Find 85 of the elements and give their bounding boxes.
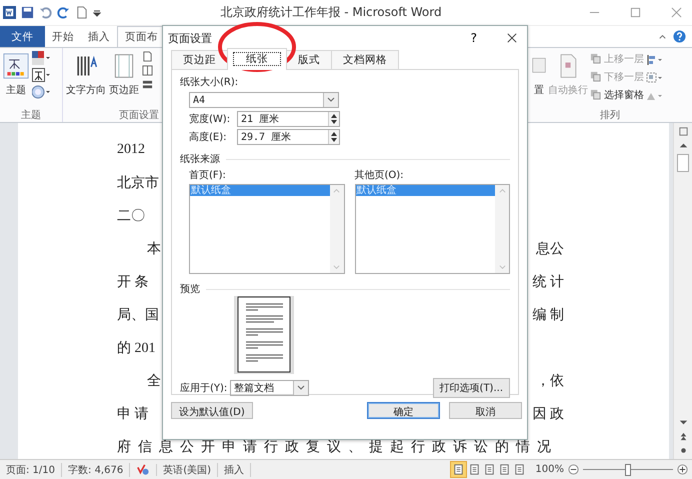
ribbon-small-button[interactable]: 选择窗格: [590, 87, 644, 102]
document-text: 北京市: [117, 174, 159, 192]
help-icon[interactable]: [673, 30, 686, 43]
document-text: 本: [146, 240, 161, 258]
list-label: 其他页(O):: [354, 168, 405, 182]
position-button[interactable]: 置: [532, 51, 546, 108]
scroll-thumb[interactable]: [677, 154, 689, 172]
document-text: 局、国: [117, 306, 159, 324]
print-options-button[interactable]: 打印选项(T)...: [432, 378, 510, 398]
spin-arrows-icon[interactable]: [328, 112, 339, 126]
document-text: ，依: [536, 372, 564, 390]
themes-icon: [3, 51, 29, 81]
dialog-tab[interactable]: 纸张: [227, 48, 287, 70]
ribbon-tab[interactable]: 文件: [0, 26, 45, 47]
layers-icon: [590, 89, 601, 100]
save-icon[interactable]: [21, 6, 34, 19]
zoom-level[interactable]: 100%: [535, 464, 564, 475]
undo-icon[interactable]: [39, 6, 52, 19]
zoom-out-icon[interactable]: [568, 464, 579, 475]
document-text: 二〇: [117, 208, 145, 224]
zoom-slider-thumb[interactable]: [625, 464, 631, 476]
field-label: 应用于(Y):: [180, 382, 228, 395]
document-text: 开 条: [117, 274, 148, 290]
dialog-button[interactable]: 确定: [367, 402, 440, 419]
document-text: 息公: [536, 240, 564, 258]
help-button[interactable]: ?: [470, 31, 477, 45]
field-label: 高度(E):: [189, 130, 228, 144]
vertical-scrollbar[interactable]: [673, 123, 692, 459]
theme-effects-icon[interactable]: [32, 85, 50, 99]
redo-icon[interactable]: [57, 6, 70, 19]
ruler-toggle-icon[interactable]: [678, 126, 688, 137]
dialog-tab[interactable]: 页边距: [171, 50, 228, 69]
columns-icon[interactable]: [142, 65, 153, 76]
language-indicator[interactable]: 英语(美国): [157, 462, 218, 476]
document-text: 统 计: [532, 273, 564, 290]
dialog-tab[interactable]: 文档网格: [331, 50, 399, 69]
collapse-ribbon-icon[interactable]: [658, 32, 667, 41]
group-label: 排列: [600, 108, 620, 122]
document-text: 申 请: [117, 406, 148, 422]
breaks-icon[interactable]: [142, 79, 153, 90]
list-label: 首页(F):: [189, 169, 227, 182]
dialog-button[interactable]: 取消: [449, 402, 522, 419]
customize-dropdown-icon[interactable]: [93, 8, 101, 16]
window-title: 北京政府统计工作年报 - Microsoft Word: [219, 4, 443, 21]
themes-button[interactable]: 主题: [3, 51, 29, 108]
view-mode-icon[interactable]: [450, 461, 468, 478]
apply-to-dropdown[interactable]: 整篇文档: [230, 380, 309, 396]
page-size-icon[interactable]: [142, 51, 153, 62]
layers-icon: [590, 71, 601, 82]
new-document-icon[interactable]: [75, 6, 88, 19]
document-text: 府信息公开申请行政复议、提起行政诉讼的情况: [117, 438, 558, 456]
zoom-in-icon[interactable]: [677, 464, 688, 475]
group-label: 主题: [21, 108, 41, 122]
align-icon[interactable]: [646, 54, 662, 66]
layers-icon: [590, 53, 601, 64]
ribbon-tab[interactable]: 开始: [45, 26, 81, 47]
document-text: 的 201: [117, 340, 156, 356]
group-objects-icon[interactable]: [646, 72, 662, 84]
insert-mode[interactable]: 插入: [218, 462, 252, 476]
word-count[interactable]: 字数: 4,676: [62, 462, 130, 476]
dialog-tab[interactable]: 版式: [286, 50, 332, 69]
margins-button[interactable]: 页边距: [109, 51, 139, 108]
ribbon-tab[interactable]: 插入: [81, 26, 117, 47]
document-text: 全: [146, 372, 161, 390]
spin-arrows-icon[interactable]: [328, 130, 339, 144]
text-direction-button[interactable]: 文字方向: [66, 51, 106, 108]
dialog-title: 页面设置: [168, 30, 212, 46]
page-count[interactable]: 页面: 1/10: [0, 462, 62, 476]
paper-size-dropdown[interactable]: A4: [189, 92, 339, 108]
theme-fonts-icon[interactable]: [32, 68, 50, 82]
document-text: 因 政: [532, 406, 564, 422]
height-field[interactable]: 29.7 厘米: [237, 128, 340, 144]
field-label: 纸张大小(R):: [180, 76, 240, 89]
dialog-button[interactable]: 设为默认值(D): [171, 402, 253, 419]
document-text: 2012: [117, 142, 145, 158]
width-field[interactable]: 21 厘米: [237, 110, 340, 126]
field-label: 宽度(W):: [189, 112, 232, 126]
theme-colors-icon[interactable]: [32, 51, 50, 65]
section-heading: 纸张来源: [180, 152, 220, 166]
close-icon[interactable]: [507, 33, 517, 43]
word-logo-icon[interactable]: [3, 6, 16, 19]
maximize-icon[interactable]: [630, 7, 641, 18]
document-text: 编 制: [532, 306, 564, 324]
group-label: 页面设置: [119, 108, 159, 122]
section-heading: 预览: [180, 283, 200, 296]
